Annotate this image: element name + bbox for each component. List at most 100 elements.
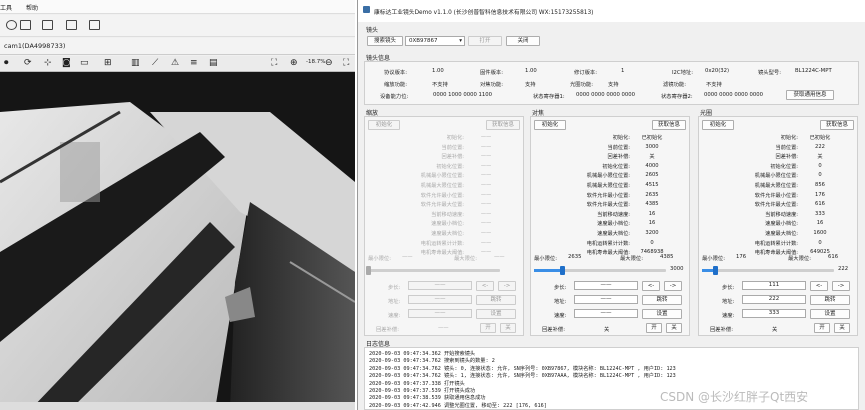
- slider-thumb[interactable]: [366, 266, 371, 275]
- get-info-button[interactable]: 获取信息: [652, 120, 686, 130]
- jump-button[interactable]: 跳转: [476, 295, 516, 305]
- lens-select[interactable]: 0XB97867 ▾: [405, 36, 465, 46]
- step-forward-button[interactable]: ->: [832, 281, 850, 291]
- speed-input[interactable]: ——: [574, 309, 638, 318]
- speed-input[interactable]: ——: [408, 309, 472, 318]
- row-label: 当前位置:: [441, 144, 465, 151]
- min-limit-value: ——: [402, 254, 413, 260]
- row-label: 初始化:: [780, 135, 798, 141]
- search-lens-button[interactable]: 搜索镜头: [367, 36, 403, 46]
- watermark: CSDN @长沙红胖子Qt西安: [660, 390, 809, 404]
- open-button[interactable]: 打开: [468, 36, 502, 46]
- get-info-button[interactable]: 获取信息: [820, 120, 854, 130]
- jump-button[interactable]: 跳转: [642, 295, 682, 305]
- status1-value: 0000 0000 0000 0000: [576, 92, 635, 98]
- set-speed-button[interactable]: 设置: [810, 309, 850, 319]
- set-speed-button[interactable]: 设置: [476, 309, 516, 319]
- record-icon[interactable]: ▭: [80, 58, 89, 69]
- init-button[interactable]: 初始化: [534, 120, 566, 130]
- slider-thumb[interactable]: [559, 266, 565, 275]
- step-back-button[interactable]: <-: [810, 281, 828, 291]
- save-icon[interactable]: ▤: [209, 58, 218, 69]
- row-label: 初始化位置:: [436, 163, 464, 170]
- warning-icon[interactable]: ⚠: [171, 58, 179, 69]
- proto-ver-value: 1.00: [432, 68, 444, 74]
- backlash-on-button[interactable]: 开: [480, 323, 496, 333]
- speed-label: 速度:: [554, 313, 567, 319]
- lens-select-value: 0XB97867: [409, 38, 438, 44]
- curve-icon[interactable]: ⟋: [152, 58, 158, 69]
- step-input[interactable]: ——: [408, 281, 472, 290]
- row-label: 电机运转累计计数:: [586, 240, 630, 247]
- zoom-out-icon[interactable]: ⊖: [325, 58, 333, 69]
- camera-tab[interactable]: cam1(DA4998733): [0, 38, 355, 55]
- max-limit-value: 4385: [660, 254, 674, 260]
- get-general-info-button[interactable]: 获取通用信息: [786, 90, 834, 100]
- step-forward-button[interactable]: ->: [498, 281, 516, 291]
- row-value: ——: [480, 153, 492, 160]
- grid-icon[interactable]: [20, 20, 31, 30]
- jump-button[interactable]: 跳转: [810, 295, 850, 305]
- backlash-off-button[interactable]: 关: [666, 323, 682, 333]
- image-icon[interactable]: [66, 20, 77, 30]
- menu-help[interactable]: 帮助: [26, 3, 38, 12]
- fit-screen-icon[interactable]: ⛶: [271, 58, 277, 69]
- snapshot-icon[interactable]: ◙: [62, 58, 71, 69]
- histogram-icon[interactable]: [42, 20, 53, 30]
- camera-live-view[interactable]: [0, 72, 355, 410]
- row-label: 软件允许最大位置:: [586, 202, 630, 209]
- row-value: 0: [818, 239, 822, 246]
- position-slider[interactable]: [534, 266, 666, 275]
- slider-thumb[interactable]: [713, 266, 719, 275]
- fullscreen-icon[interactable]: ⛶: [343, 58, 349, 69]
- address-input[interactable]: ——: [408, 295, 472, 304]
- play-icon[interactable]: ⟳: [24, 58, 32, 69]
- crosshair-icon[interactable]: ⊹: [44, 58, 52, 69]
- backlash-off-button[interactable]: 关: [834, 323, 850, 333]
- row-value: 856: [815, 182, 825, 188]
- histogram-overlay-icon[interactable]: ▥: [131, 58, 140, 69]
- table-icon[interactable]: [89, 20, 100, 30]
- iris-fn-value: 支持: [608, 82, 619, 88]
- iris-fn-label: 光圈功能:: [570, 82, 593, 88]
- panel-title: 光圈: [700, 110, 713, 117]
- address-input[interactable]: ——: [574, 295, 638, 304]
- row-label: 初始化:: [612, 135, 630, 141]
- backlash-off-button[interactable]: 关: [500, 323, 516, 333]
- step-input[interactable]: ——: [574, 281, 638, 290]
- speed-label: 速度:: [388, 313, 401, 319]
- speed-input[interactable]: 333: [742, 309, 806, 318]
- fw-ver-label: 固件版本:: [480, 70, 503, 76]
- log-line: 2020-09-03 09:47:34.762 镜头: 1, 连接状态: 允许,…: [369, 373, 676, 380]
- close-button[interactable]: 关闭: [506, 36, 540, 46]
- row-value: 2605: [645, 172, 659, 179]
- step-input[interactable]: 111: [742, 281, 806, 290]
- get-info-button[interactable]: 获取信息: [486, 120, 520, 130]
- backlash-on-button[interactable]: 开: [814, 323, 830, 333]
- set-speed-button[interactable]: 设置: [642, 309, 682, 319]
- init-button[interactable]: 初始化: [702, 120, 734, 130]
- menu-tools[interactable]: 工具: [0, 3, 12, 12]
- camera-list-icon[interactable]: [6, 20, 17, 30]
- position-slider[interactable]: [366, 266, 500, 275]
- filter-fn-label: 滤镜功能:: [663, 82, 686, 88]
- min-limit-label: 最小限位:: [702, 256, 725, 262]
- step-back-button[interactable]: <-: [476, 281, 494, 291]
- stop-icon[interactable]: ⏺: [4, 58, 9, 69]
- fw-ver-value: 1.00: [525, 68, 537, 74]
- properties-icon[interactable]: ≡: [190, 58, 198, 69]
- position-slider[interactable]: [702, 266, 834, 275]
- step-forward-button[interactable]: ->: [664, 281, 682, 291]
- zoom-in-icon[interactable]: ⊕: [290, 58, 298, 69]
- row-value: 3000: [645, 143, 659, 150]
- log-line: 2020-09-03 09:47:37.539 打开镜头成功: [369, 388, 476, 394]
- row-value: 3200: [645, 230, 659, 236]
- grid-overlay-icon[interactable]: ⊞: [104, 58, 112, 69]
- backlash-on-button[interactable]: 开: [646, 323, 662, 333]
- filter-fn-value: 不支持: [706, 82, 722, 88]
- address-input[interactable]: 222: [742, 295, 806, 304]
- init-button[interactable]: 初始化: [368, 120, 400, 130]
- log-line: 2020-09-03 09:47:42.946 调整光圈位置, 移动至: 222…: [369, 402, 547, 409]
- step-back-button[interactable]: <-: [642, 281, 660, 291]
- row-label: 机械最大限位位置:: [586, 183, 630, 189]
